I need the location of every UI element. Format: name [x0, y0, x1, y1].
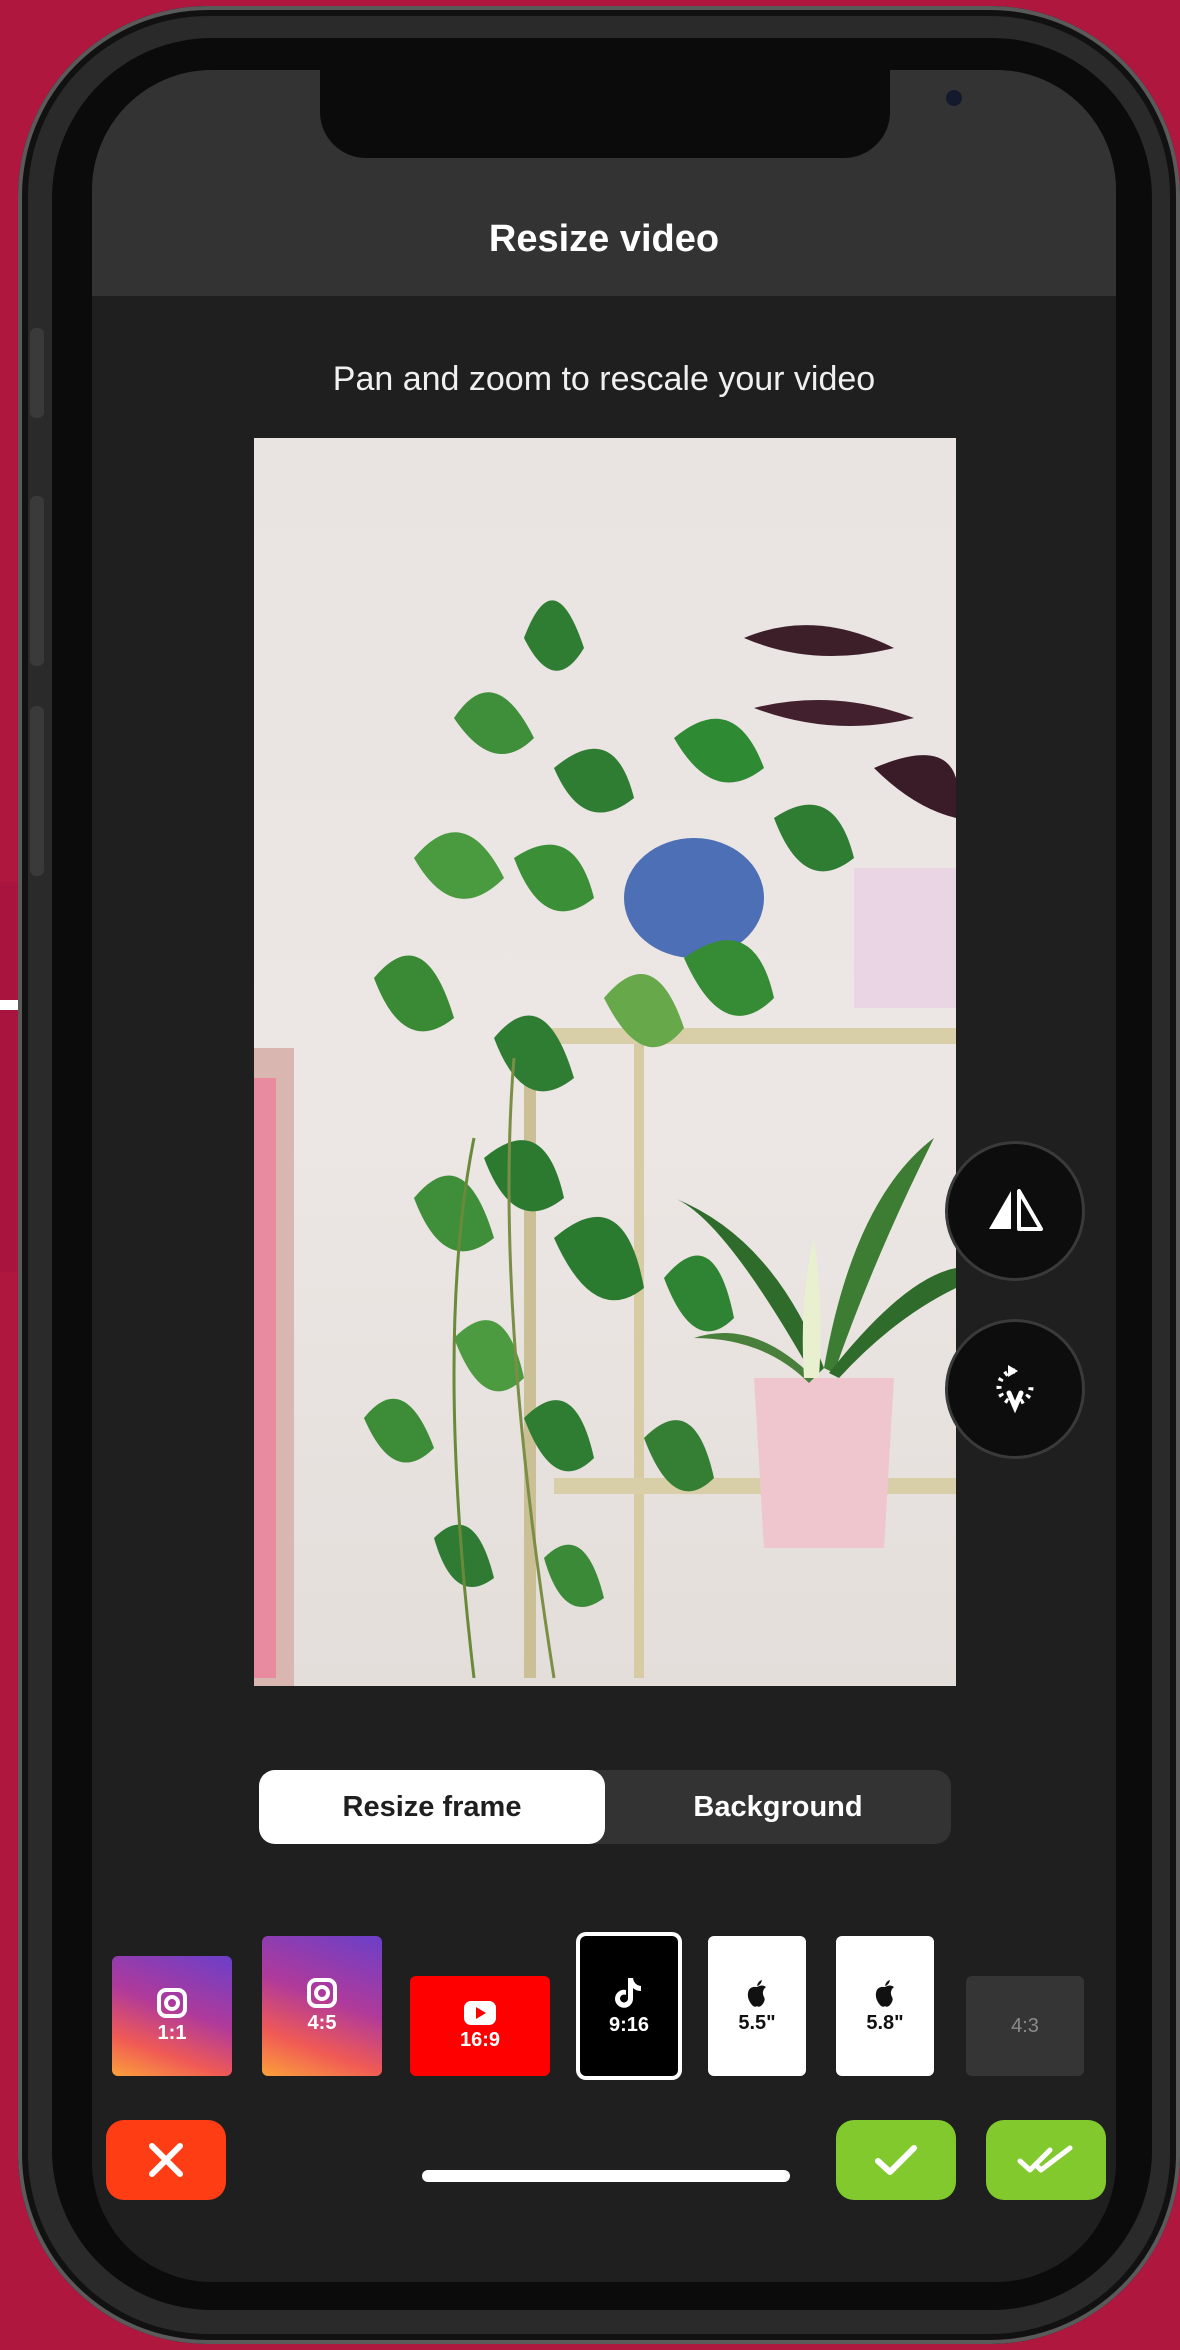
preset-label: 5.5" — [738, 2011, 776, 2034]
page-title: Resize video — [488, 218, 720, 260]
side-button — [30, 328, 44, 418]
video-preview[interactable] — [254, 438, 956, 1686]
cancel-button[interactable] — [106, 2120, 226, 2200]
preset-label: 16:9 — [459, 2028, 501, 2051]
apple-icon — [875, 1979, 894, 2007]
apply-button[interactable] — [836, 2120, 956, 2200]
preset-label: 9:16 — [608, 2013, 650, 2036]
tab-background[interactable]: Background — [605, 1770, 951, 1844]
instruction-text: Pan and zoom to rescale your video — [332, 360, 876, 398]
double-check-icon — [1017, 2145, 1073, 2173]
close-icon — [149, 2143, 183, 2177]
preset-label: 1:1 — [157, 2021, 187, 2044]
app-screen: Resize video Pan and zoom to rescale you… — [92, 70, 1116, 2282]
flip-button[interactable] — [948, 1144, 1082, 1278]
apple-icon — [747, 1979, 766, 2007]
side-button — [30, 706, 44, 876]
instagram-icon — [307, 1977, 337, 2008]
preset-label: 4:5 — [307, 2011, 337, 2034]
rotate-icon — [996, 1365, 1034, 1414]
check-icon — [875, 2145, 917, 2175]
preset-5-8-inch[interactable]: 5.8" — [836, 1936, 934, 2076]
preset-16-9[interactable]: 16:9 — [410, 1976, 550, 2076]
preset-label: 5.8" — [866, 2011, 904, 2034]
home-indicator[interactable] — [422, 2170, 790, 2182]
mode-tabs: Resize frame Background — [259, 1770, 951, 1844]
tiktok-icon — [615, 1977, 641, 2008]
flip-icon — [989, 1189, 1043, 1231]
plant-image — [254, 600, 956, 1686]
youtube-icon — [464, 2000, 496, 2025]
preset-4-5[interactable]: 4:5 — [262, 1936, 382, 2076]
instagram-icon — [157, 1987, 187, 2018]
rotate-button[interactable] — [948, 1322, 1082, 1456]
notch — [320, 70, 962, 158]
camera — [946, 90, 962, 106]
preset-4-3[interactable]: 4:3 — [966, 1976, 1084, 2076]
preset-9-16[interactable]: 9:16 — [580, 1936, 678, 2076]
tab-resize-frame[interactable]: Resize frame — [259, 1770, 605, 1844]
preset-label: 4:3 — [1011, 2014, 1039, 2037]
apply-all-button[interactable] — [986, 2120, 1106, 2200]
side-button — [30, 496, 44, 666]
preset-1-1[interactable]: 1:1 — [112, 1956, 232, 2076]
preset-5-5-inch[interactable]: 5.5" — [708, 1936, 806, 2076]
